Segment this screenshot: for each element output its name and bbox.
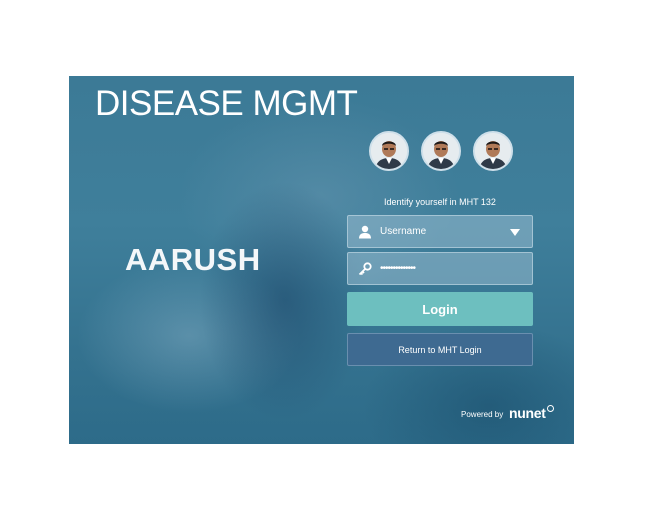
person-icon	[371, 133, 407, 169]
login-button[interactable]: Login	[347, 292, 533, 326]
brand-name: AARUSH	[125, 242, 261, 277]
user-avatar-3[interactable]	[473, 131, 513, 171]
powered-by-label: Powered by	[461, 410, 504, 419]
user-avatar-2[interactable]	[421, 131, 461, 171]
return-to-mht-login-button[interactable]: Return to MHT Login	[347, 333, 533, 366]
user-icon	[359, 225, 371, 239]
password-value: ••••••••••••••	[380, 263, 416, 274]
chevron-down-icon[interactable]	[510, 229, 520, 236]
identify-prompt: Identify yourself in MHT 132	[384, 197, 496, 207]
user-avatar-1[interactable]	[369, 131, 409, 171]
user-avatar-list	[369, 131, 513, 171]
app-title: DISEASE MGMT	[95, 84, 358, 123]
nunet-logo: nunet	[509, 405, 546, 421]
logo-badge-icon	[547, 405, 554, 412]
password-field[interactable]: ••••••••••••••	[347, 252, 533, 285]
person-icon	[475, 133, 511, 169]
username-select[interactable]: Username	[347, 215, 533, 248]
key-icon	[358, 262, 372, 276]
username-value: Username	[380, 226, 427, 237]
login-screen: DISEASE MGMT AARUSH Identify yourself in…	[69, 76, 574, 444]
person-icon	[423, 133, 459, 169]
